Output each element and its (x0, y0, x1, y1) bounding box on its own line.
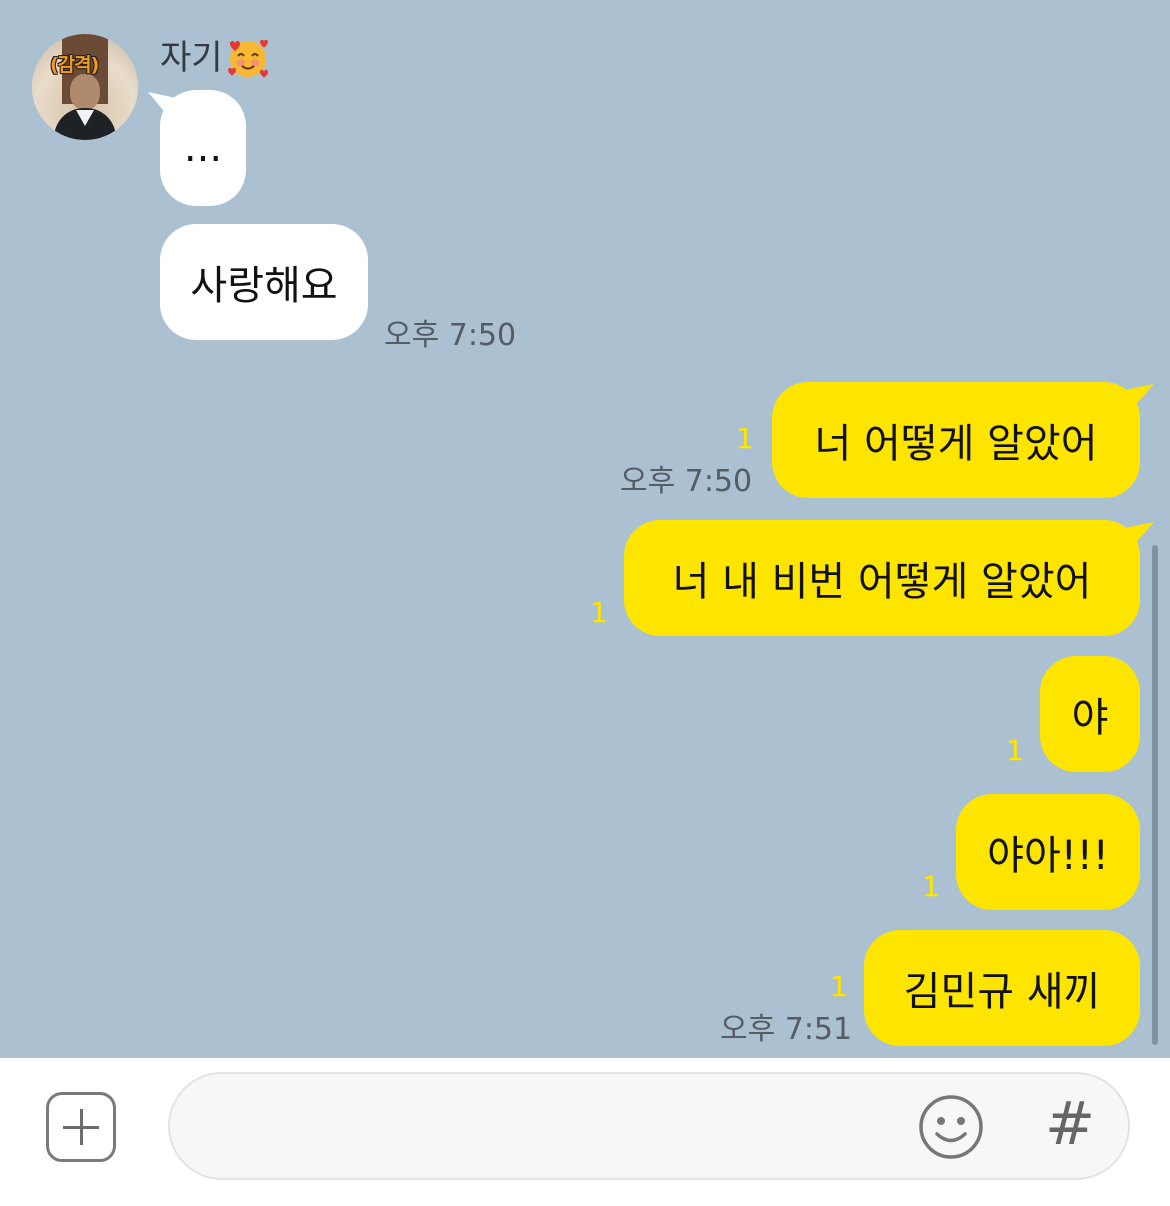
avatar-caption: (감격) (50, 54, 99, 76)
message-text: 너 내 비번 어떻게 알았어 (672, 559, 1092, 605)
message-text: 사랑해요 (190, 263, 338, 309)
unread-count: 1 (830, 970, 848, 1003)
unread-count: 1 (590, 596, 608, 629)
outgoing-message-bubble[interactable]: 야 (1040, 656, 1140, 772)
message-text: 야 (1071, 695, 1109, 741)
message-time: 오후 7:51 (720, 1012, 853, 1047)
outgoing-message-bubble[interactable]: 야아!!! (956, 794, 1140, 910)
smiley-icon[interactable] (918, 1094, 984, 1160)
chat-scrollbar[interactable] (1152, 545, 1158, 1045)
add-attachment-button[interactable] (46, 1092, 116, 1162)
hashtag-button[interactable]: # (1042, 1088, 1098, 1160)
message-input-bar: # (0, 1058, 1170, 1206)
message-input[interactable] (168, 1072, 1130, 1180)
incoming-message-bubble[interactable]: ... (160, 90, 246, 206)
chat-area[interactable]: (감격) 자기 ... 사랑해요 오후 7:50 너 어떻게 알았어 1 오후 … (0, 0, 1170, 1058)
message-text: 너 어떻게 알았어 (814, 421, 1098, 467)
outgoing-message-bubble[interactable]: 김민규 새끼 (864, 930, 1140, 1046)
message-time: 오후 7:50 (384, 318, 517, 353)
unread-count: 1 (922, 870, 940, 903)
outgoing-message-bubble[interactable]: 너 어떻게 알았어 (772, 382, 1140, 498)
message-text: 김민규 새끼 (903, 969, 1101, 1015)
message-text: ... (183, 125, 223, 171)
unread-count: 1 (736, 422, 754, 455)
sender-avatar[interactable]: (감격) (32, 34, 138, 140)
sender-name: 자기 (160, 38, 223, 78)
message-time: 오후 7:50 (620, 464, 753, 499)
unread-count: 1 (1006, 734, 1024, 767)
incoming-message-bubble[interactable]: 사랑해요 (160, 224, 368, 340)
outgoing-message-bubble[interactable]: 너 내 비번 어떻게 알았어 (624, 520, 1140, 636)
message-text: 야아!!! (987, 833, 1109, 879)
smiling-face-with-hearts-icon (228, 39, 268, 78)
